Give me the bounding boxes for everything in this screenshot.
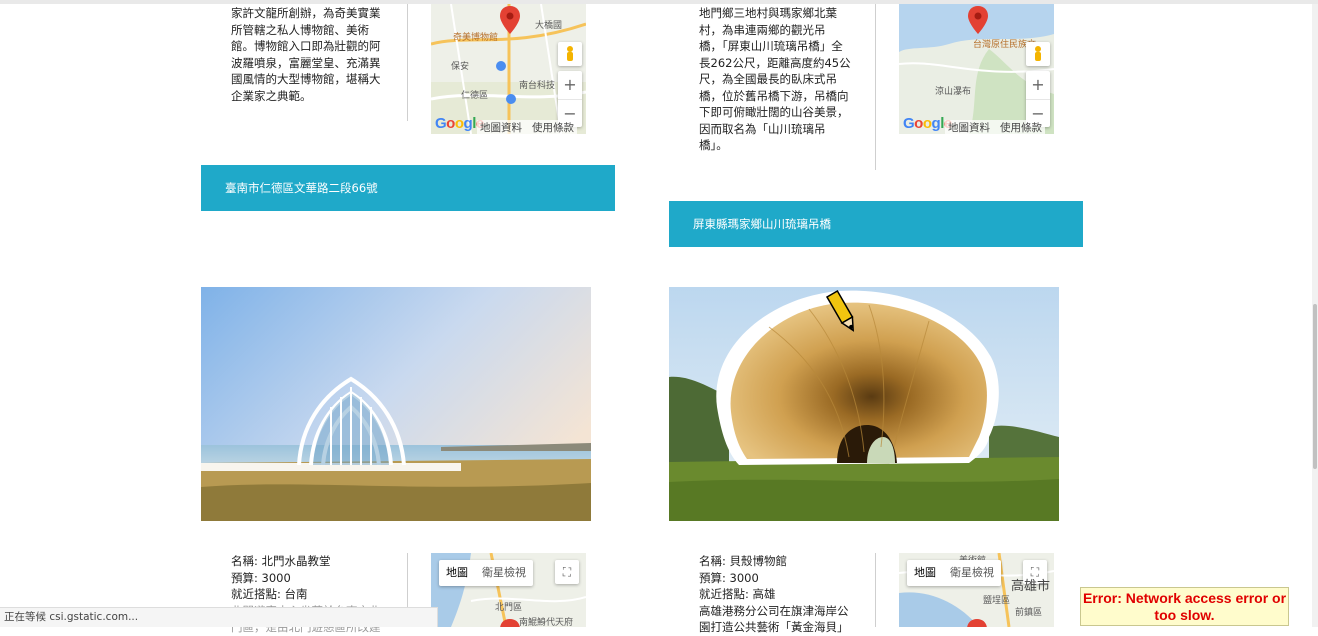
top-border [0,0,1318,4]
attraction-budget: 預算: 3000 [699,570,759,585]
error-notice: Error: Network access error or too slow. [1080,587,1289,626]
scrollbar-thumb[interactable] [1313,304,1317,469]
map-footer: 地圖資料 使用條款 [477,120,577,134]
google-map[interactable]: 美術館 地圖 衛星檢視 ⛶ 高雄市 鹽埕區 前鎮區 [899,553,1054,627]
attraction-description: 地門鄉三地村與瑪家鄉北葉 村，為串連兩鄉的觀光吊 橋，「屏東山川琉璃吊橋」全 長… [699,6,851,152]
vertical-scrollbar[interactable] [1312,4,1318,627]
terms-link[interactable]: 使用條款 [532,122,574,134]
map-zoom-control: + − [558,71,582,127]
map-label: 高雄市 [1011,579,1051,594]
google-map[interactable]: 地圖 衛星檢視 ⛶ 北門區 南鯤鯓代天府 [431,553,586,627]
attraction-description: 家許文龍所創辦，為奇美實業 所管轄之私人博物館、美術 館。博物館入口即為壯觀的阿… [231,6,381,103]
street-view-pegman-icon[interactable] [1026,42,1050,66]
attraction-nearby: 就近搭點: 台南 [231,587,308,601]
attraction-nearby: 就近搭點: 高雄 [699,587,776,601]
map-pin-icon[interactable] [500,6,520,36]
map-label: 鹽埕區 [983,596,1011,606]
attraction-description-cut: 園打造公共藝術「黃金海貝」 [699,620,849,634]
attraction-name: 名稱: 北門水晶教堂 [231,554,331,568]
map-view-button[interactable]: 地圖 [907,560,943,586]
address-bar: 臺南市仁德區文華路二段66號 [201,165,615,211]
fullscreen-icon[interactable]: ⛶ [555,560,579,584]
map-pin-icon[interactable] [967,619,987,627]
map-footer: 地圖資料 使用條款 [945,120,1045,134]
google-map[interactable]: 台灣原住民族文 涼山瀑布 + − Google 地圖資料使用條款 [899,4,1054,134]
google-map[interactable]: 奇美博物館 大橋國 保安 南台科技 仁德區 + − Google 地圖資料使用條… [431,4,586,134]
zoom-in-button[interactable]: + [558,71,582,99]
attraction-info: 名稱: 貝殼博物館 預算: 3000 就近搭點: 高雄 高雄港務分公司在旗津海岸… [699,553,879,636]
map-label: 仁德區 [461,91,489,101]
crystal-church-illustration [201,287,591,521]
terms-link[interactable]: 使用條款 [1000,122,1042,134]
map-type-control: 地圖 衛星檢視 [439,560,533,586]
map-place-label: 奇美博物館 [453,33,499,43]
map-label: 涼山瀑布 [935,87,972,97]
satellite-view-button[interactable]: 衛星檢視 [943,560,1001,586]
browser-status-bar: 正在等候 csi.gstatic.com... [0,607,438,627]
map-zoom-control: + − [1026,71,1050,127]
address-bar: 屏東縣瑪家鄉山川琉璃吊橋 [669,201,1083,247]
map-label: 南鯤鯓代天府 [519,618,574,627]
map-label: 大橋國 [535,21,563,31]
column-divider [875,553,876,627]
map-label: 北門區 [495,603,523,613]
map-type-control: 地圖 衛星檢視 [907,560,1001,586]
zoom-in-button[interactable]: + [1026,71,1050,99]
map-pin-icon[interactable] [500,619,520,627]
shell-museum-illustration [669,287,1059,521]
map-data-link[interactable]: 地圖資料 [480,122,522,134]
map-label: 前鎮區 [1015,608,1043,618]
street-view-pegman-icon[interactable] [558,42,582,66]
column-divider [875,4,876,170]
attraction-photo-shell-museum[interactable] [669,287,1059,521]
attraction-name: 名稱: 貝殼博物館 [699,554,788,568]
attraction-budget: 預算: 3000 [231,570,291,585]
column-divider [407,4,408,121]
attraction-description: 高雄港務分公司在旗津海岸公 [699,603,849,618]
map-data-link[interactable]: 地圖資料 [948,122,990,134]
satellite-view-button[interactable]: 衛星檢視 [475,560,533,586]
map-label: 保安 [451,62,470,72]
attraction-photo-crystal-church[interactable] [201,287,591,521]
map-pin-icon[interactable] [968,6,988,36]
map-label: 南台科技 [519,81,556,91]
map-view-button[interactable]: 地圖 [439,560,475,586]
